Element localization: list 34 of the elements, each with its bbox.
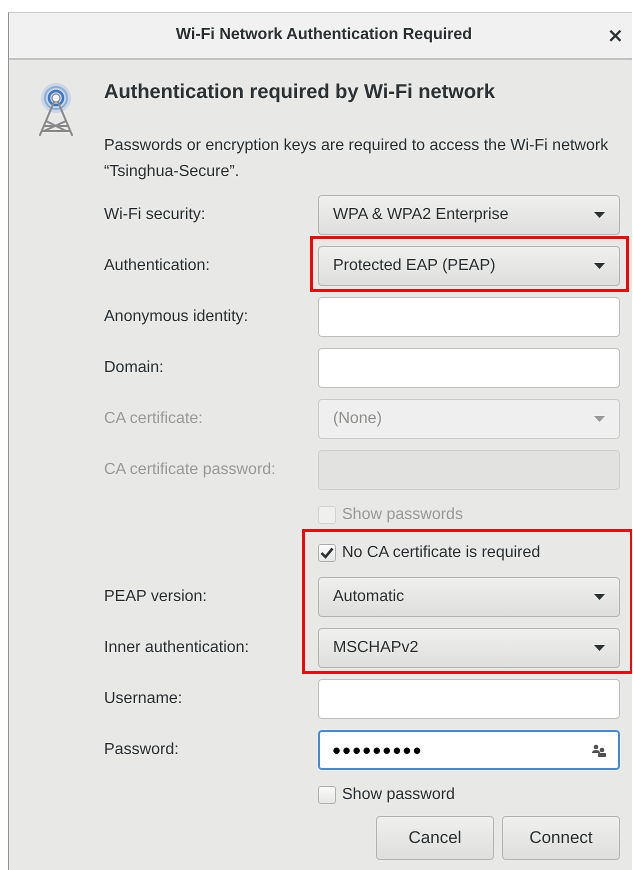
password-field[interactable]: ●●●●●●●●● xyxy=(318,730,620,770)
people-icon xyxy=(592,744,606,756)
field-label: Anonymous identity: xyxy=(104,308,250,326)
checkbox-option[interactable]: Show password xyxy=(318,786,455,804)
field-label: PEAP version: xyxy=(104,588,208,606)
caret-icon xyxy=(594,594,605,600)
caret-icon xyxy=(594,645,605,651)
input-field[interactable] xyxy=(318,679,620,719)
field-label: Password: xyxy=(104,741,180,759)
field-label: CA certificate password: xyxy=(104,461,277,479)
checkbox[interactable] xyxy=(318,786,336,804)
field-label: Inner authentication: xyxy=(104,639,250,657)
field-label: CA certificate: xyxy=(104,410,204,428)
dropdown[interactable]: Protected EAP (PEAP) xyxy=(318,246,620,286)
cancel-button[interactable]: Cancel xyxy=(376,816,494,860)
field-label: Wi-Fi security: xyxy=(104,206,206,224)
checkbox-option[interactable]: No CA certificate is required xyxy=(318,544,540,562)
caret-icon xyxy=(594,416,605,422)
close-button[interactable]: × xyxy=(603,24,628,46)
window-title: Wi-Fi Network Authentication Required xyxy=(174,26,474,44)
field-label: Authentication: xyxy=(104,257,211,275)
description-text: Passwords or encryption keys are required to access the Wi-Fi network “Tsinghua-Secure”. xyxy=(104,136,610,182)
input-field[interactable] xyxy=(318,297,620,337)
connect-button[interactable]: Connect xyxy=(502,816,620,860)
field-label: Username: xyxy=(104,690,184,708)
field-label: Domain: xyxy=(104,359,165,377)
dialog-heading: Authentication required by Wi-Fi network xyxy=(104,80,496,104)
caret-icon xyxy=(594,263,605,269)
dropdown[interactable]: WPA & WPA2 Enterprise xyxy=(318,195,620,235)
input-field[interactable] xyxy=(318,348,620,388)
caret-icon xyxy=(594,212,605,218)
checkbox[interactable] xyxy=(318,544,336,562)
dropdown[interactable]: Automatic xyxy=(318,577,620,617)
dropdown[interactable]: MSCHAPv2 xyxy=(318,628,620,668)
